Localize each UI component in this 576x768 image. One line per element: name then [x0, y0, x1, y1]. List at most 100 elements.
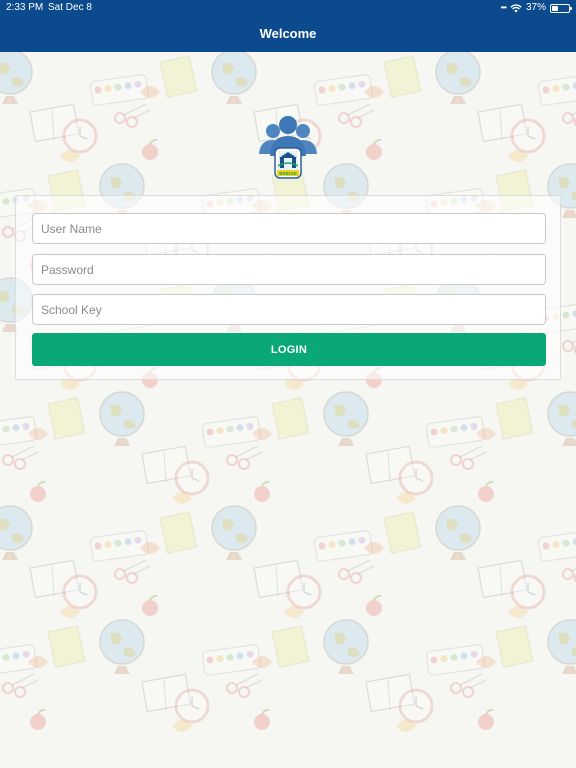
globe-stand-doodle	[450, 96, 466, 104]
paint-dot-doodle	[124, 538, 132, 546]
paint-dot-doodle	[450, 653, 458, 661]
scissors-blade-doodle	[235, 673, 263, 689]
scissors-doodle	[562, 340, 574, 352]
apple-stem-doodle	[485, 708, 494, 715]
apple-stem-doodle	[261, 480, 270, 487]
status-time: 2:33 PM	[6, 2, 44, 13]
scissors-doodle	[350, 116, 362, 128]
globe-stand-doodle	[562, 438, 576, 446]
paint-dot-doodle	[246, 650, 254, 658]
paint-dot-doodle	[206, 656, 214, 664]
globe-stand-doodle	[338, 438, 354, 446]
paint-dot-doodle	[318, 86, 326, 94]
paint-dot-doodle	[104, 85, 112, 93]
paint-dot-doodle	[216, 427, 224, 435]
scissors-doodle	[14, 458, 26, 470]
scissors-blade-doodle	[459, 445, 487, 461]
globe-doodle	[99, 391, 145, 437]
globe-stand-doodle	[562, 666, 576, 674]
logo-text: BRIDGE	[279, 171, 297, 176]
notebook-doodle	[159, 511, 198, 554]
paint-dot-doodle	[430, 656, 438, 664]
scissors-doodle	[562, 568, 574, 580]
globe-stand-doodle	[2, 96, 18, 104]
apple-doodle	[478, 714, 494, 730]
globe-doodle	[435, 52, 481, 95]
scissors-doodle	[462, 458, 474, 470]
paint-dot-doodle	[124, 82, 132, 90]
app-logo: BRIDGE	[256, 112, 320, 182]
scissors-doodle	[114, 568, 126, 580]
scissors-doodle	[450, 682, 462, 694]
notebook-doodle	[495, 625, 534, 668]
wifi-icon	[510, 3, 522, 12]
paint-dot-doodle	[22, 422, 30, 430]
paint-dot-doodle	[2, 425, 10, 433]
globe-doodle	[211, 505, 257, 551]
paint-dot-doodle	[542, 86, 550, 94]
notebook-doodle	[47, 625, 86, 668]
battery-percent: 37%	[525, 2, 546, 13]
page-title: Welcome	[259, 26, 317, 41]
paint-dot-doodle	[358, 80, 366, 88]
scissors-doodle	[238, 686, 250, 698]
paint-dot-doodle	[114, 83, 122, 91]
paint-dot-doodle	[12, 652, 20, 660]
globe-stand-doodle	[338, 666, 354, 674]
scissors-blade-doodle	[235, 445, 263, 461]
scissors-doodle	[562, 112, 574, 124]
paint-dot-doodle	[94, 542, 102, 550]
paint-dot-doodle	[552, 85, 560, 93]
paint-dot-doodle	[206, 428, 214, 436]
login-button[interactable]: LOGIN	[32, 333, 546, 366]
apple-stem-doodle	[149, 138, 158, 145]
scissors-doodle	[2, 226, 14, 238]
paint-dot-doodle	[440, 655, 448, 663]
paint-dot-doodle	[246, 422, 254, 430]
paint-dot-doodle	[348, 82, 356, 90]
apple-stem-doodle	[373, 138, 382, 145]
paint-dot-doodle	[460, 424, 468, 432]
password-input[interactable]	[32, 254, 546, 285]
notebook-doodle	[271, 397, 310, 440]
notebook-doodle	[271, 625, 310, 668]
paint-dot-doodle	[470, 650, 478, 658]
scissors-doodle	[2, 454, 14, 466]
username-input[interactable]	[32, 213, 546, 244]
apple-stem-doodle	[37, 480, 46, 487]
paint-dot-doodle	[22, 650, 30, 658]
paint-dot-doodle	[562, 83, 570, 91]
scissors-doodle	[126, 572, 138, 584]
paint-dot-doodle	[2, 653, 10, 661]
paint-dot-doodle	[104, 541, 112, 549]
paint-dot-doodle	[236, 424, 244, 432]
paint-dot-doodle	[134, 536, 142, 544]
apple-doodle	[142, 600, 158, 616]
battery-fill	[552, 5, 558, 11]
notebook-doodle	[383, 55, 422, 98]
paint-dot-doodle	[470, 422, 478, 430]
globe-stand-doodle	[450, 552, 466, 560]
dots-icon: •••	[500, 3, 507, 12]
paint-dot-doodle	[338, 83, 346, 91]
paint-dot-doodle	[94, 86, 102, 94]
battery-icon	[550, 3, 572, 13]
scissors-doodle	[226, 454, 238, 466]
globe-doodle	[211, 52, 257, 95]
scissors-blade-doodle	[11, 445, 39, 461]
apple-stem-doodle	[37, 708, 46, 715]
scissors-doodle	[114, 112, 126, 124]
notebook-doodle	[383, 511, 422, 554]
apple-doodle	[30, 714, 46, 730]
scissors-blade-doodle	[347, 103, 375, 119]
scissors-doodle	[338, 568, 350, 580]
paint-dot-doodle	[236, 652, 244, 660]
paint-dot-doodle	[542, 542, 550, 550]
paint-dot-doodle	[460, 652, 468, 660]
paint-dot-doodle	[114, 539, 122, 547]
school-key-input[interactable]	[32, 294, 546, 325]
paint-dot-doodle	[562, 311, 570, 319]
navigation-bar: 2:33 PM Sat Dec 8 ••• 37% Welcome	[0, 0, 576, 52]
apple-doodle	[30, 486, 46, 502]
apple-doodle	[366, 600, 382, 616]
